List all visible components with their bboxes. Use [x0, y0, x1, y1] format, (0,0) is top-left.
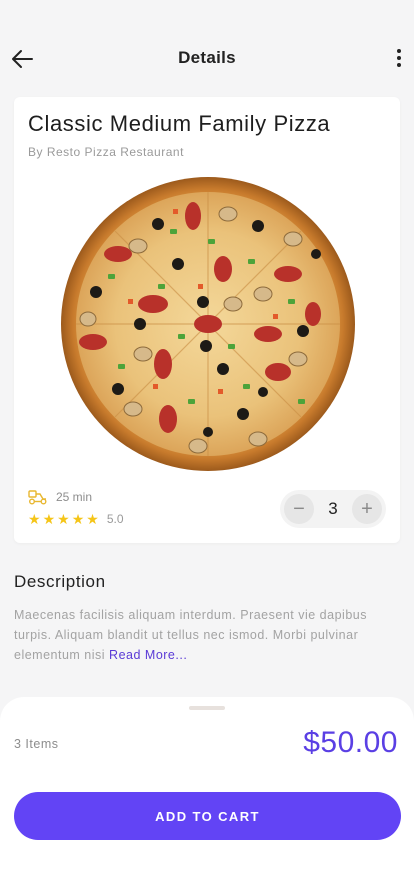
add-to-cart-button[interactable]: ADD TO CART — [14, 792, 401, 840]
star-icon: ★ — [28, 511, 41, 527]
decrement-button[interactable]: − — [284, 494, 314, 524]
delivery-time: 25 min — [28, 489, 92, 505]
rating-value: 5.0 — [106, 512, 124, 526]
star-icon: ★ — [42, 511, 56, 527]
more-options-button[interactable] — [392, 46, 406, 70]
item-count: 3 Items — [14, 737, 59, 751]
more-vertical-icon — [397, 49, 401, 53]
top-bar: Details — [0, 0, 414, 110]
rating: ★ ★ ★ ★ ★ 5.0 — [28, 512, 124, 526]
drag-handle[interactable] — [189, 706, 225, 710]
delivery-time-label: 25 min — [56, 490, 93, 504]
page-title: Details — [178, 48, 236, 67]
description-title: Description — [14, 572, 106, 591]
star-icon: ★ — [71, 511, 85, 527]
total-price: $50.00 — [303, 726, 398, 759]
description-text: Maecenas facilisis aliquam interdum. Pra… — [14, 605, 402, 665]
description-body: Maecenas facilisis aliquam interdum. Pra… — [14, 608, 367, 662]
read-more-link[interactable]: Read More... — [109, 648, 187, 662]
quantity-stepper: − 3 + — [280, 490, 386, 528]
product-name: Classic Medium Family Pizza — [28, 111, 331, 136]
star-icon: ★ — [57, 511, 70, 527]
increment-button[interactable]: + — [352, 494, 382, 524]
product-card: Classic Medium Family Pizza By Resto Piz… — [14, 97, 400, 543]
quantity-value: 3 — [328, 499, 338, 518]
star-icon: ★ — [86, 511, 99, 527]
delivery-scooter-icon — [28, 490, 47, 505]
restaurant-name: By Resto Pizza Restaurant — [28, 145, 184, 159]
pizza-image — [61, 177, 355, 471]
checkout-sheet: 3 Items $50.00 ADD TO CART — [0, 697, 414, 896]
